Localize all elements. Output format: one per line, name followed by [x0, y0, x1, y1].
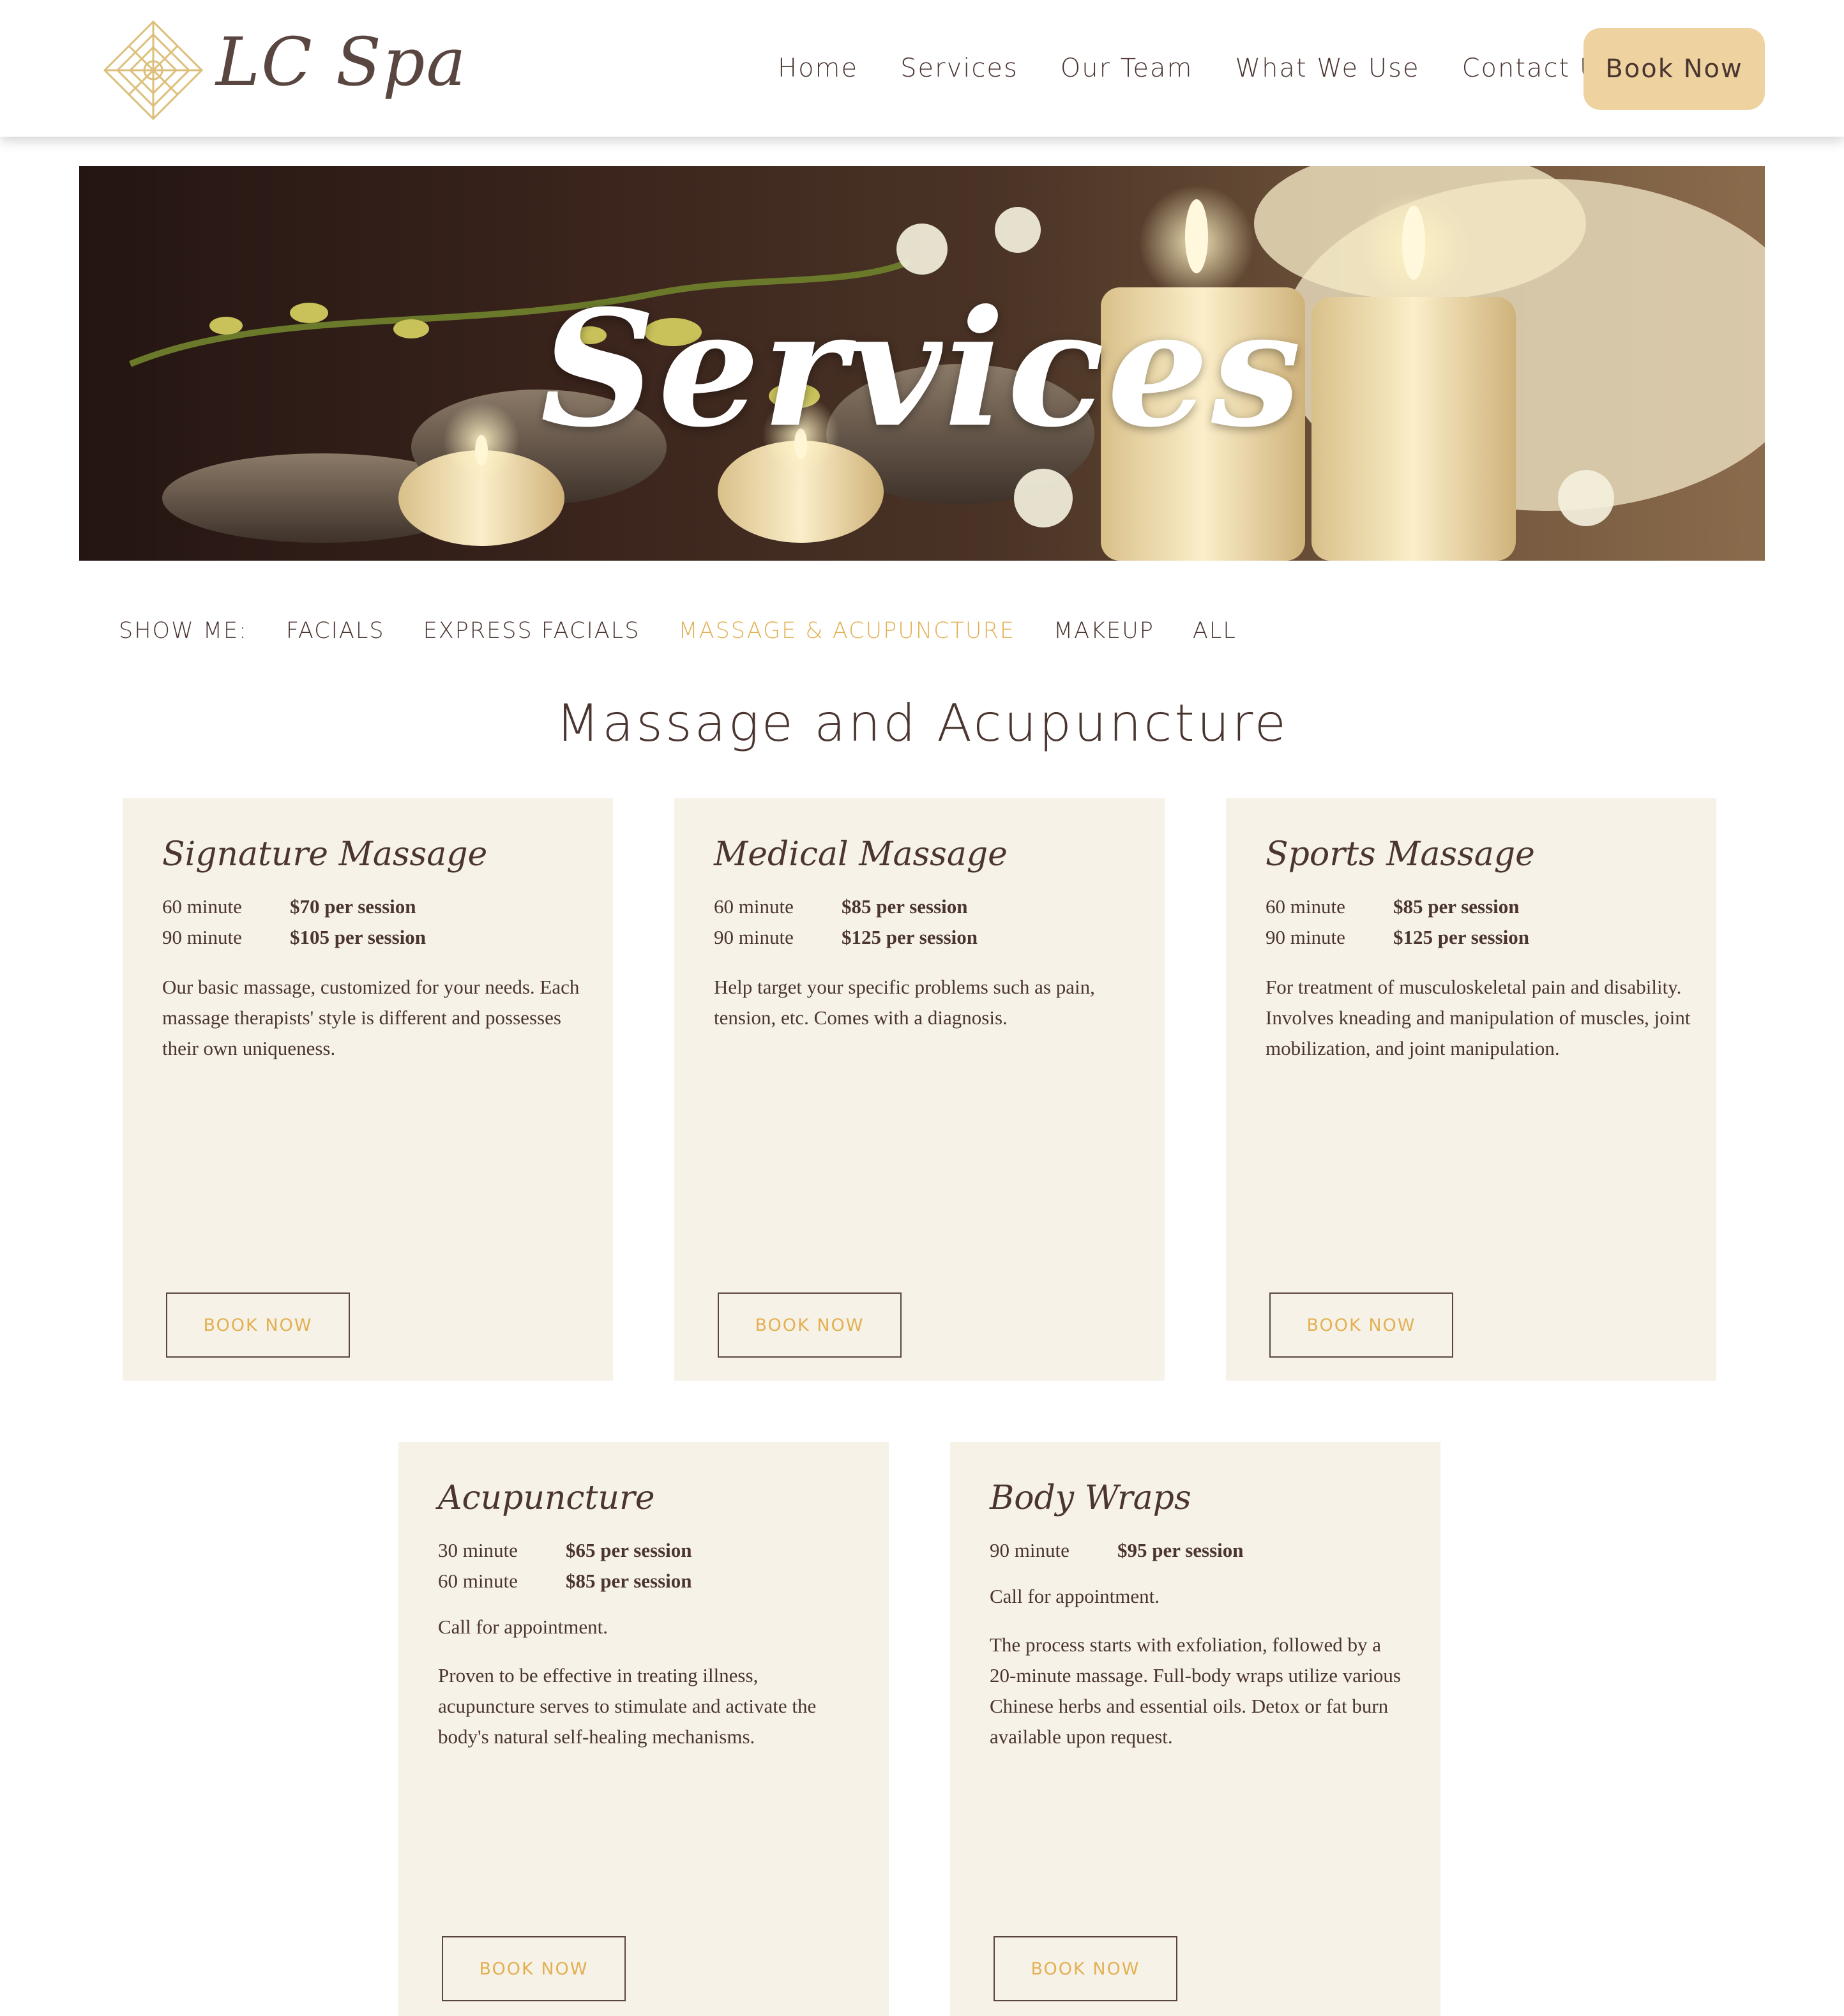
book-now-button[interactable]: BOOK NOW [994, 1936, 1177, 2001]
price-duration: 60 minute [438, 1570, 518, 1592]
nav-our-team[interactable]: Our Team [1061, 54, 1193, 83]
filter-all[interactable]: ALL [1193, 618, 1237, 644]
card-title: Signature Massage [162, 835, 488, 874]
card-title: Body Wraps [990, 1479, 1191, 1517]
card-description: For treatment of musculoskeletal pain an… [1266, 976, 1691, 1059]
price-amount: $95 per session [1117, 1539, 1244, 1561]
price-amount: $85 per session [1393, 895, 1520, 918]
nav-home[interactable]: Home [778, 54, 858, 83]
nav-services[interactable]: Services [900, 54, 1018, 83]
card-title: Medical Massage [714, 835, 1008, 874]
filter-express-facials[interactable]: EXPRESS FACIALS [423, 618, 640, 644]
price-amount: $125 per session [1393, 926, 1530, 948]
service-card-body-wraps: Body Wraps 90 minute $95 per session Cal… [950, 1442, 1440, 2016]
filter-facials[interactable]: FACIALS [286, 618, 385, 644]
main-nav: Home Services Our Team What We Use Conta… [778, 54, 1656, 83]
price-amount: $105 per session [290, 926, 427, 948]
price-amount: $85 per session [566, 1570, 692, 1592]
service-filter: SHOW ME: FACIALS EXPRESS FACIALS MASSAGE… [119, 618, 1275, 644]
hero-title: Services [540, 275, 1304, 462]
site-header: LC Spa Home Services Our Team What We Us… [0, 0, 1844, 137]
header-book-now-button[interactable]: Book Now [1583, 28, 1765, 110]
service-card-sports-massage: Sports Massage 60 minute $85 per session… [1226, 798, 1716, 1381]
book-now-button[interactable]: BOOK NOW [1269, 1292, 1453, 1358]
card-description: Proven to be effective in treating illne… [438, 1664, 817, 1748]
service-card-signature-massage: Signature Massage 60 minute $70 per sess… [123, 798, 613, 1381]
logo-text: LC Spa [216, 23, 467, 101]
filter-makeup[interactable]: MAKEUP [1054, 618, 1154, 644]
nav-what-we-use[interactable]: What We Use [1236, 54, 1420, 83]
section-title: Massage and Acupuncture [555, 693, 1289, 753]
price-duration: 30 minute [438, 1539, 518, 1561]
price-duration: 60 minute [162, 895, 242, 918]
service-card-acupuncture: Acupuncture 30 minute $65 per session 60… [398, 1442, 889, 2016]
card-note: Call for appointment. [990, 1585, 1160, 1607]
price-duration: 90 minute [990, 1539, 1069, 1561]
card-description: Our basic massage, customized for your n… [162, 976, 580, 1059]
logo-diamond-icon [103, 20, 204, 121]
logo[interactable]: LC Spa [102, 19, 466, 121]
price-amount: $125 per session [842, 926, 978, 948]
price-amount: $85 per session [842, 895, 968, 918]
card-title: Sports Massage [1266, 835, 1535, 874]
price-duration: 90 minute [162, 926, 242, 948]
price-amount: $70 per session [290, 895, 416, 918]
book-now-button[interactable]: BOOK NOW [718, 1292, 902, 1358]
book-now-button[interactable]: BOOK NOW [442, 1936, 626, 2001]
card-title: Acupuncture [438, 1479, 655, 1517]
price-duration: 60 minute [714, 895, 794, 918]
service-card-medical-massage: Medical Massage 60 minute $85 per sessio… [674, 798, 1165, 1381]
card-description: The process starts with exfoliation, fol… [990, 1633, 1401, 1748]
card-description: Help target your specific problems such … [714, 976, 1095, 1029]
hero-banner: Services [79, 166, 1765, 561]
price-duration: 60 minute [1266, 895, 1345, 918]
price-duration: 90 minute [714, 926, 794, 948]
filter-massage-acupuncture[interactable]: MASSAGE & ACUPUNCTURE [678, 618, 1015, 644]
filter-label: SHOW ME: [119, 618, 248, 644]
price-amount: $65 per session [566, 1539, 692, 1561]
book-now-button[interactable]: BOOK NOW [166, 1292, 350, 1358]
card-note: Call for appointment. [438, 1616, 608, 1638]
price-duration: 90 minute [1266, 926, 1345, 948]
